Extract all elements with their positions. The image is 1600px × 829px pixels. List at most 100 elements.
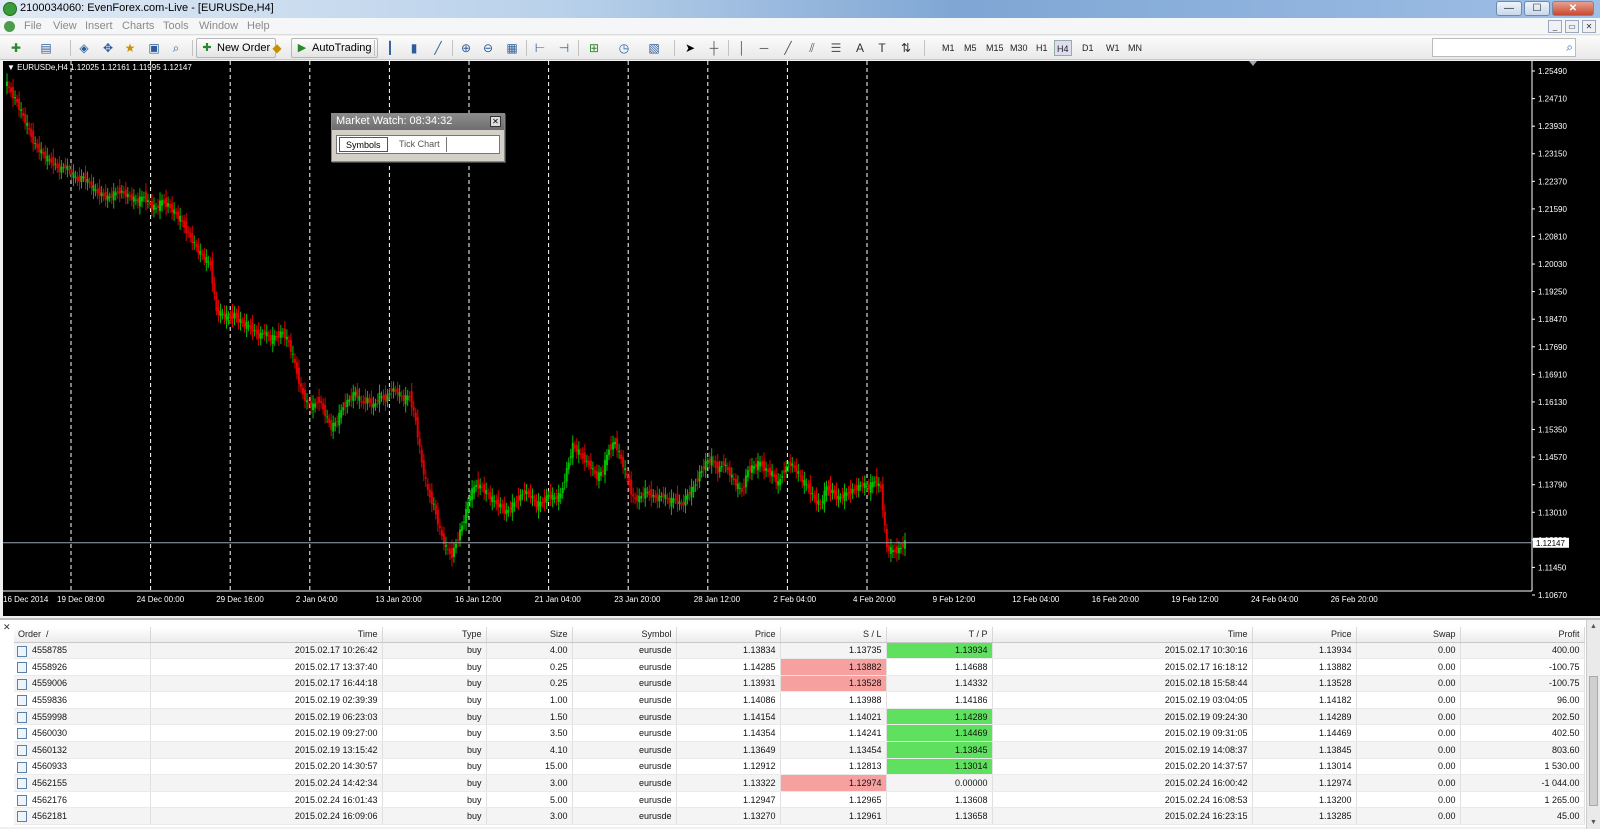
market-watch-close-icon[interactable]: ✕ bbox=[490, 116, 501, 127]
scroll-up-icon[interactable]: ▲ bbox=[1589, 622, 1598, 631]
indicators-icon[interactable]: ⊞ bbox=[584, 39, 604, 57]
zoom-out-icon[interactable]: ⊖ bbox=[478, 39, 498, 57]
column-sl[interactable]: S / L bbox=[780, 627, 887, 643]
column-close-time[interactable]: Time bbox=[992, 627, 1253, 643]
table-row[interactable]: 4559998 2015.02.19 06:23:03 buy 1.50 eurusde… bbox=[14, 708, 1585, 726]
column-order[interactable]: Order / bbox=[14, 627, 151, 643]
child-restore-button[interactable]: ▭ bbox=[1565, 20, 1579, 33]
candle-body bbox=[291, 353, 294, 355]
terminal-close-icon[interactable]: ✕ bbox=[3, 622, 11, 633]
maximize-button[interactable]: ☐ bbox=[1524, 1, 1550, 16]
time-axis-label: 23 Jan 20:00 bbox=[614, 595, 661, 604]
cell-close-price: 1.13882 bbox=[1252, 658, 1357, 676]
column-open-time[interactable]: Time bbox=[150, 627, 383, 643]
menu-file[interactable]: File bbox=[24, 20, 42, 32]
equidistant-channel-icon[interactable]: ⫽ bbox=[802, 39, 822, 57]
arrows-icon[interactable]: ⇅ bbox=[896, 39, 916, 57]
column-tp[interactable]: T / P bbox=[886, 627, 993, 643]
column-type[interactable]: Type bbox=[382, 627, 487, 643]
table-row[interactable]: 4559006 2015.02.17 16:44:18 buy 0.25 eurusde… bbox=[14, 675, 1585, 693]
table-row[interactable]: 4562176 2015.02.24 16:01:43 buy 5.00 eurusde… bbox=[14, 791, 1585, 809]
trendline-icon[interactable]: ╱ bbox=[778, 39, 798, 57]
candlestick-icon[interactable]: ▮ bbox=[404, 39, 424, 57]
metaeditor-icon[interactable]: ◆ bbox=[267, 39, 287, 57]
timeframe-d1[interactable]: D1 bbox=[1080, 40, 1096, 56]
column-symbol[interactable]: Symbol bbox=[572, 627, 677, 643]
timeframe-m1[interactable]: M1 bbox=[940, 40, 957, 56]
text-label-icon[interactable]: T bbox=[872, 39, 892, 57]
candle-body bbox=[388, 393, 391, 395]
table-row[interactable]: 4560933 2015.02.20 14:30:57 buy 15.00 eurusd… bbox=[14, 758, 1585, 776]
new-order-button[interactable]: ✚ New Order bbox=[196, 38, 277, 58]
vertical-line-icon[interactable]: │ bbox=[732, 39, 752, 57]
column-profit[interactable]: Profit bbox=[1460, 627, 1585, 643]
menu-tools[interactable]: Tools bbox=[163, 20, 189, 32]
strategy-tester-icon[interactable]: ⌕ bbox=[166, 39, 186, 57]
column-open-price[interactable]: Price bbox=[676, 627, 781, 643]
timeframe-h1[interactable]: H1 bbox=[1034, 40, 1050, 56]
periods-icon[interactable]: ◷ bbox=[614, 39, 634, 57]
line-chart-icon[interactable]: ╱ bbox=[428, 39, 448, 57]
minimize-button[interactable]: — bbox=[1496, 1, 1522, 16]
market-watch-icon[interactable]: ◈ bbox=[74, 39, 94, 57]
table-row[interactable]: 4560132 2015.02.19 13:15:42 buy 4.10 eurusde… bbox=[14, 741, 1585, 759]
tab-symbols[interactable]: Symbols bbox=[339, 137, 388, 152]
chart-shift-icon[interactable]: ⊢ bbox=[530, 39, 550, 57]
tile-windows-icon[interactable]: ▦ bbox=[502, 39, 522, 57]
child-close-button[interactable]: ✕ bbox=[1582, 20, 1596, 33]
zoom-in-icon[interactable]: ⊕ bbox=[456, 39, 476, 57]
autotrading-button[interactable]: ▶ AutoTrading bbox=[291, 38, 378, 58]
menu-window[interactable]: Window bbox=[199, 20, 238, 32]
table-row[interactable]: 4560030 2015.02.19 09:27:00 buy 3.50 eurusde… bbox=[14, 724, 1585, 743]
candle-body bbox=[730, 474, 733, 478]
crosshair-icon[interactable]: ┼ bbox=[704, 39, 724, 57]
market-watch-title-bar[interactable]: Market Watch: 08:34:32 ✕ bbox=[332, 114, 504, 130]
candle-body bbox=[120, 190, 123, 193]
bar-chart-icon[interactable]: ┃ bbox=[380, 39, 400, 57]
table-row[interactable]: 4562155 2015.02.24 14:42:34 buy 3.00 eurusde… bbox=[14, 774, 1585, 792]
timeframe-w1[interactable]: W1 bbox=[1104, 40, 1122, 56]
timeframe-m30[interactable]: M30 bbox=[1008, 40, 1030, 56]
search-input[interactable]: ⌕ bbox=[1432, 38, 1576, 57]
column-size[interactable]: Size bbox=[486, 627, 573, 643]
table-row[interactable]: 4562181 2015.02.24 16:09:06 buy 3.00 eurusde… bbox=[14, 807, 1585, 826]
menu-charts[interactable]: Charts bbox=[122, 20, 154, 32]
profiles-icon[interactable]: ▤ bbox=[36, 39, 56, 57]
navigator-icon[interactable]: ✥ bbox=[98, 39, 118, 57]
price-chart[interactable]: 1.25490 1.24710 1.23930 1.23150 1.22370 1.215… bbox=[3, 61, 1600, 616]
document-icon[interactable] bbox=[4, 21, 15, 32]
timeframe-m5[interactable]: M5 bbox=[962, 40, 979, 56]
close-button[interactable]: ✕ bbox=[1552, 1, 1594, 16]
candle-body bbox=[682, 501, 685, 505]
timeframe-m15[interactable]: M15 bbox=[984, 40, 1006, 56]
timeframe-h4[interactable]: H4 bbox=[1054, 40, 1072, 56]
column-close-price[interactable]: Price bbox=[1252, 627, 1357, 643]
templates-icon[interactable]: ▧ bbox=[644, 39, 664, 57]
menu-view[interactable]: View bbox=[53, 20, 77, 32]
scroll-down-icon[interactable]: ▼ bbox=[1589, 818, 1598, 827]
market-watch-window[interactable]: Market Watch: 08:34:32 ✕ Symbols Tick Ch… bbox=[331, 113, 505, 162]
timeframe-mn[interactable]: MN bbox=[1126, 40, 1144, 56]
menu-insert[interactable]: Insert bbox=[85, 20, 113, 32]
chart-canvas[interactable]: 1.25490 1.24710 1.23930 1.23150 1.22370 1.215… bbox=[3, 61, 1600, 616]
candle-body bbox=[557, 492, 560, 503]
tab-tick-chart[interactable]: Tick Chart bbox=[393, 137, 447, 152]
orders-scrollbar[interactable]: ▲ ▼ bbox=[1586, 620, 1600, 829]
terminal-icon[interactable]: ▣ bbox=[144, 39, 164, 57]
candle-body bbox=[493, 500, 496, 502]
menu-help[interactable]: Help bbox=[247, 20, 270, 32]
child-minimize-button[interactable]: _ bbox=[1548, 20, 1562, 33]
table-row[interactable]: 4558926 2015.02.17 13:37:40 buy 0.25 eurusde… bbox=[14, 658, 1585, 676]
text-icon[interactable]: A bbox=[850, 39, 870, 57]
table-row[interactable]: 4558785 2015.02.17 10:26:42 buy 4.00 eurusde… bbox=[14, 642, 1585, 660]
table-row[interactable]: 4559836 2015.02.19 02:39:39 buy 1.00 eurusde… bbox=[14, 691, 1585, 709]
horizontal-line-icon[interactable]: ─ bbox=[754, 39, 774, 57]
search-icon[interactable]: ⌕ bbox=[1566, 40, 1573, 55]
scrollbar-thumb[interactable] bbox=[1589, 676, 1598, 806]
auto-scroll-icon[interactable]: ⊣ bbox=[554, 39, 574, 57]
new-chart-icon[interactable]: ✚ bbox=[6, 39, 26, 57]
fibonacci-icon[interactable]: ☰ bbox=[826, 39, 846, 57]
favorites-icon[interactable]: ★ bbox=[120, 39, 140, 57]
column-swap[interactable]: Swap bbox=[1356, 627, 1461, 643]
cursor-icon[interactable]: ➤ bbox=[680, 39, 700, 57]
